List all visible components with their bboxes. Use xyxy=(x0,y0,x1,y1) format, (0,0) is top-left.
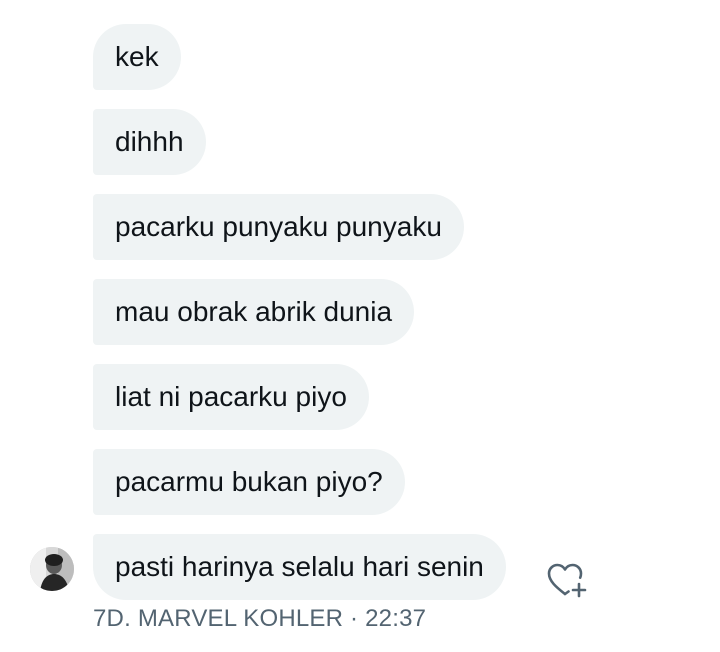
message-text: mau obrak abrik dunia xyxy=(115,296,393,327)
message-text: pacarmu bukan piyo? xyxy=(115,466,383,497)
message-time: 22:37 xyxy=(365,605,427,632)
message-text: liat ni pacarku piyo xyxy=(115,381,347,412)
message-text: pacarku punyaku punyaku xyxy=(115,211,442,242)
message-bubble[interactable]: pacarmu bukan piyo? xyxy=(93,449,405,515)
message-text: kek xyxy=(115,41,159,72)
message-bubble[interactable]: kek xyxy=(93,24,181,90)
message-meta: 7D. MARVEL KOHLER · 22:37 xyxy=(93,605,426,633)
message-bubble[interactable]: liat ni pacarku piyo xyxy=(93,364,369,430)
message-text: pasti harinya selalu hari senin xyxy=(115,551,484,582)
heart-plus-icon xyxy=(547,563,587,598)
message-bubble[interactable]: pacarku punyaku punyaku xyxy=(93,194,464,260)
avatar-photo-icon xyxy=(30,547,74,591)
sender-avatar[interactable] xyxy=(30,547,74,591)
message-text: dihhh xyxy=(115,126,184,157)
meta-separator: · xyxy=(350,605,359,632)
message-bubble[interactable]: pasti harinya selalu hari senin xyxy=(93,534,506,600)
message-thread: kek dihhh pacarku punyaku punyaku mau ob… xyxy=(0,0,720,652)
add-reaction-button[interactable] xyxy=(544,560,590,600)
sender-name: 7D. MARVEL KOHLER xyxy=(93,605,344,632)
message-bubble[interactable]: mau obrak abrik dunia xyxy=(93,279,415,345)
message-bubble[interactable]: dihhh xyxy=(93,109,206,175)
